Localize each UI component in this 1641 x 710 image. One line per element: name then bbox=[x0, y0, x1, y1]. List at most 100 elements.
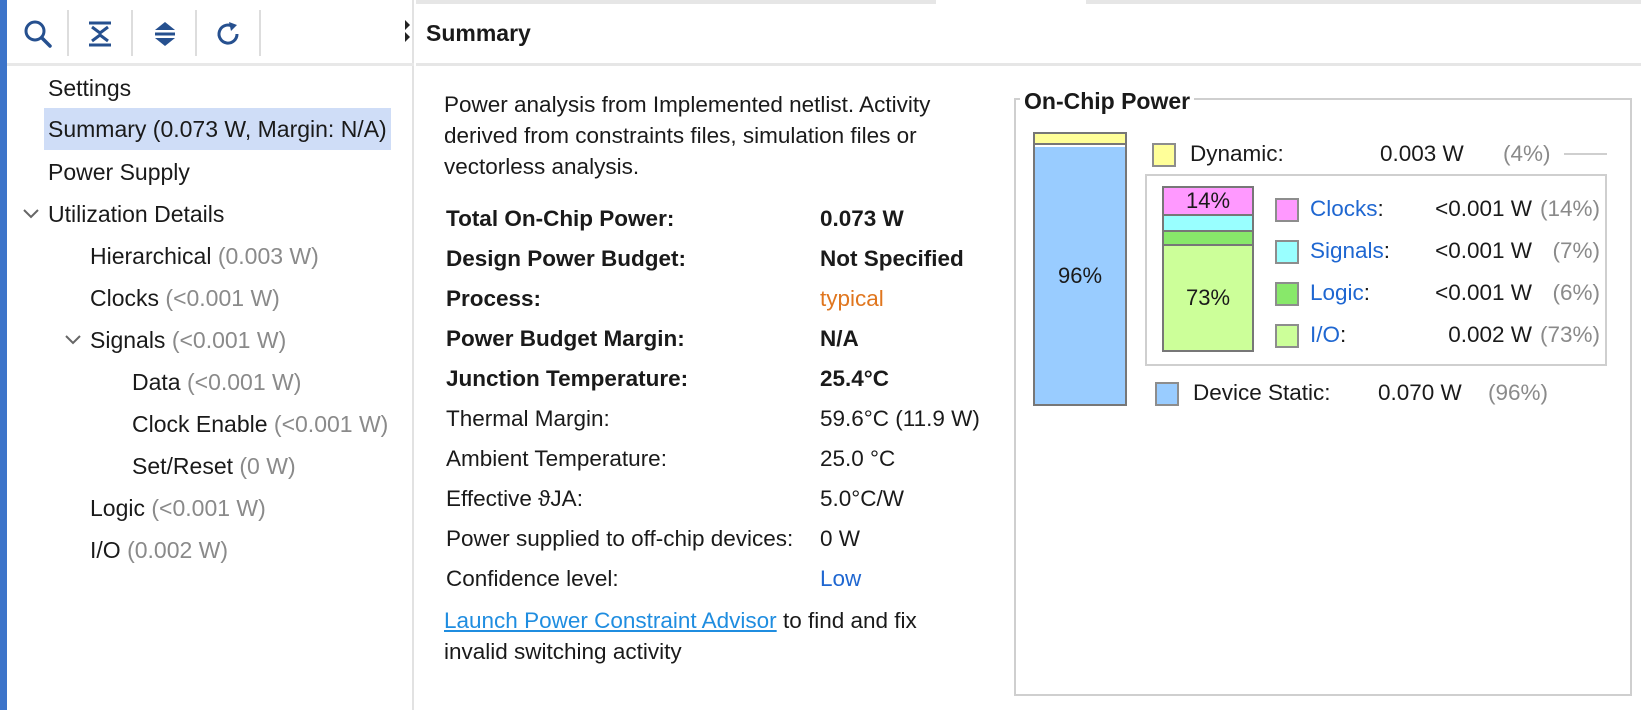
collapse-all-icon bbox=[89, 21, 111, 47]
tree-item-clocks[interactable]: Clocks (<0.001 W) bbox=[90, 277, 280, 319]
offchip-label: Power supplied to off-chip devices: bbox=[446, 526, 794, 551]
signals-link[interactable]: Signals bbox=[1310, 238, 1384, 263]
navigator-toolbar bbox=[7, 0, 414, 66]
confidence-label: Confidence level: bbox=[446, 566, 619, 591]
signals-value: <0.001 W bbox=[1435, 238, 1532, 263]
analysis-description: Power analysis from Implemented netlist.… bbox=[444, 92, 931, 179]
tree-value: (<0.001 W) bbox=[165, 285, 280, 311]
tree-label: Power Supply bbox=[48, 159, 190, 185]
tree-item-settings[interactable]: Settings bbox=[48, 67, 131, 109]
expand-all-icon bbox=[155, 22, 175, 46]
clocks-percent-label: 14% bbox=[1185, 188, 1231, 213]
content-header: Summary bbox=[416, 4, 1641, 66]
expand-utilization-toggle[interactable] bbox=[22, 193, 42, 235]
tree-value: (<0.001 W) bbox=[186, 369, 302, 395]
advisor-footer: Launch Power Constraint Advisor to find … bbox=[444, 605, 984, 667]
static-percent-label: 96% bbox=[1057, 262, 1103, 288]
thermal-label: Thermal Margin: bbox=[446, 406, 610, 431]
io-segment: 73% bbox=[1164, 246, 1252, 350]
colon: : bbox=[1377, 196, 1384, 221]
process-value: typical bbox=[820, 286, 884, 311]
expand-all-button[interactable] bbox=[145, 12, 185, 56]
clocks-swatch bbox=[1275, 198, 1299, 222]
junction-label: Junction Temperature: bbox=[446, 366, 689, 391]
tree-value: (0.003 W) bbox=[217, 243, 319, 269]
tree-item-data[interactable]: Data (<0.001 W) bbox=[132, 361, 301, 403]
total-power-label: Total On-Chip Power: bbox=[446, 206, 675, 231]
tree-label: Utilization Details bbox=[48, 201, 225, 227]
clocks-link[interactable]: Clocks bbox=[1310, 196, 1378, 221]
margin-value: N/A bbox=[820, 326, 859, 351]
io-link[interactable]: I/O bbox=[1310, 322, 1340, 347]
refresh-icon bbox=[217, 22, 239, 45]
tree-label: Settings bbox=[48, 75, 132, 101]
colon: : bbox=[1363, 280, 1371, 305]
tree-label: Data bbox=[132, 369, 181, 395]
tree-item-io[interactable]: I/O (0.002 W) bbox=[90, 529, 228, 571]
chevron-down-icon bbox=[65, 335, 81, 345]
dynamic-connector bbox=[1564, 153, 1607, 155]
io-value: 0.002 W bbox=[1448, 322, 1532, 347]
io-swatch bbox=[1275, 324, 1299, 348]
clocks-legend: Clocks: bbox=[1310, 196, 1384, 222]
budget-value: Not Specified bbox=[820, 246, 964, 271]
dynamic-value: 0.003 W bbox=[1380, 141, 1464, 166]
tree-item-utilization-details[interactable]: Utilization Details bbox=[48, 193, 224, 235]
logic-link[interactable]: Logic bbox=[1310, 280, 1364, 305]
window-accent-bar bbox=[0, 0, 7, 710]
io-percent: (73%) bbox=[1540, 322, 1601, 347]
tree-value: (0.002 W) bbox=[127, 537, 229, 563]
tree-item-logic[interactable]: Logic (<0.001 W) bbox=[90, 487, 266, 529]
tree-item-power-supply[interactable]: Power Supply bbox=[48, 151, 190, 193]
process-label: Process: bbox=[446, 286, 542, 311]
static-segment: 96% bbox=[1035, 147, 1125, 404]
tree-label: I/O bbox=[90, 537, 121, 563]
logic-swatch bbox=[1275, 282, 1299, 306]
logic-percent: (6%) bbox=[1552, 280, 1600, 305]
device-static-swatch bbox=[1155, 382, 1179, 406]
search-button[interactable] bbox=[18, 12, 58, 56]
colon: : bbox=[1383, 238, 1391, 263]
confidence-level-link[interactable]: Low bbox=[820, 559, 861, 599]
power-report-navigator: Settings Summary (0.073 W, Margin: N/A) … bbox=[7, 0, 414, 710]
tree-label: Hierarchical bbox=[90, 243, 212, 269]
clocks-value: <0.001 W bbox=[1435, 196, 1532, 221]
signals-segment bbox=[1164, 216, 1252, 230]
tree-value: (<0.001 W) bbox=[171, 327, 287, 353]
offchip-value: 0 W bbox=[820, 526, 861, 551]
power-constraint-advisor-link[interactable]: Launch Power Constraint Advisor bbox=[444, 608, 777, 633]
tree-value: (<0.001 W) bbox=[151, 495, 266, 521]
on-chip-power-title: On-Chip Power bbox=[1020, 88, 1195, 115]
theta-label: Effective ϑJA: bbox=[446, 486, 583, 511]
tree-item-clock-enable[interactable]: Clock Enable (<0.001 W) bbox=[132, 403, 388, 445]
colon: : bbox=[1340, 322, 1347, 347]
tree-label: Set/Reset bbox=[132, 453, 233, 479]
tree-label: Summary (0.073 W, Margin: N/A) bbox=[48, 116, 387, 142]
tree-item-set-reset[interactable]: Set/Reset (0 W) bbox=[132, 445, 296, 487]
ambient-value: 25.0 °C bbox=[820, 446, 896, 471]
page-title: Summary bbox=[426, 20, 531, 46]
collapse-all-button[interactable] bbox=[80, 12, 120, 56]
device-static-value: 0.070 W bbox=[1378, 380, 1462, 405]
clocks-segment: 14% bbox=[1164, 188, 1252, 214]
thermal-value: 59.6°C (11.9 W) bbox=[820, 406, 980, 431]
total-power-value: 0.073 W bbox=[820, 206, 904, 231]
search-icon bbox=[24, 20, 52, 48]
refresh-button[interactable] bbox=[208, 12, 248, 56]
tree-item-summary[interactable]: Summary (0.073 W, Margin: N/A) bbox=[44, 108, 391, 150]
chevron-down-icon bbox=[23, 209, 39, 219]
junction-value: 25.4°C bbox=[820, 366, 890, 391]
io-legend: I/O: bbox=[1310, 322, 1346, 348]
tree-item-signals[interactable]: Signals (<0.001 W) bbox=[90, 319, 286, 361]
tree-label: Signals bbox=[90, 327, 166, 353]
dynamic-segment bbox=[1035, 134, 1125, 145]
expand-signals-toggle[interactable] bbox=[64, 319, 84, 361]
tree-item-hierarchical[interactable]: Hierarchical (0.003 W) bbox=[90, 235, 319, 277]
clocks-percent: (14%) bbox=[1540, 196, 1601, 221]
tree-label: Logic bbox=[90, 495, 145, 521]
dynamic-label: Dynamic: bbox=[1190, 141, 1284, 166]
io-percent-label: 73% bbox=[1185, 285, 1231, 310]
panel-splitter-handle[interactable] bbox=[405, 18, 411, 44]
panel-handle-icon bbox=[405, 20, 410, 42]
tree-label: Clock Enable bbox=[132, 411, 268, 437]
